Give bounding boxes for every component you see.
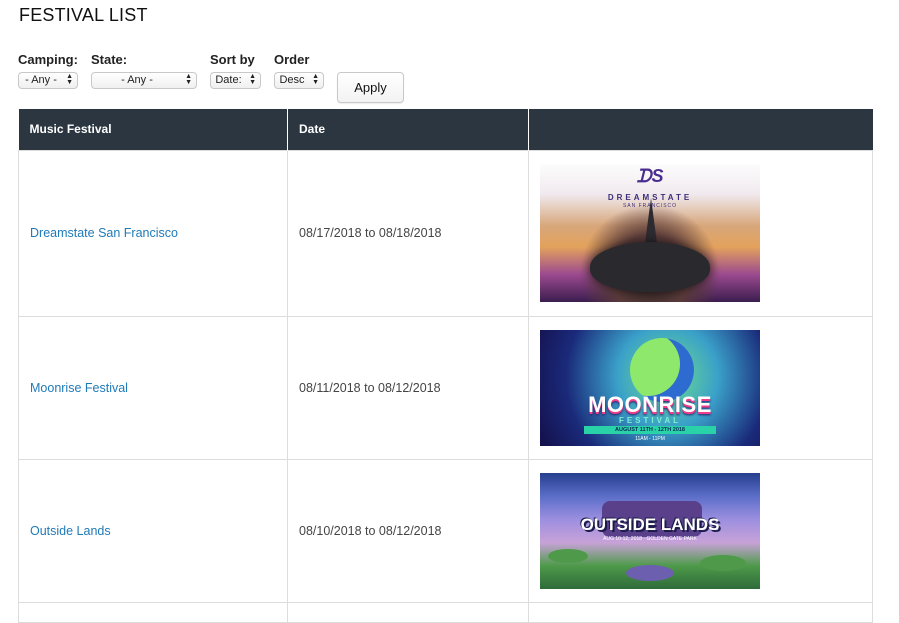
festival-date-cell: 08/17/2018 to 08/18/2018 <box>287 149 529 317</box>
select-arrows-icon: ▲ ▼ <box>66 73 73 86</box>
poster-city <box>590 242 710 292</box>
order-filter: Order <box>274 52 309 67</box>
festival-link[interactable]: Moonrise Festival <box>30 381 128 395</box>
dreamstate-poster-image[interactable]: ᗪS DREAMSTATE SAN FRANCISCO <box>540 164 760 302</box>
festival-image-cell: OUTSIDE LANDS AUG 10-12, 2018 · GOLDEN G… <box>528 458 873 603</box>
column-header-festival[interactable]: Music Festival <box>18 109 288 150</box>
poster-island <box>700 554 746 571</box>
festival-name-cell: Dreamstate San Francisco <box>18 149 288 317</box>
festival-date-cell: 08/11/2018 to 08/12/2018 <box>287 315 529 460</box>
page-title: FESTIVAL LIST <box>19 5 148 25</box>
sort-by-select-value: Date: <box>215 74 242 86</box>
poster-title-text: OUTSIDE LANDS <box>580 514 720 534</box>
poster-sub-text: SAN FRANCISCO <box>622 203 678 209</box>
select-arrows-icon: ▲ ▼ <box>312 73 319 86</box>
camping-select[interactable]: - Any - ▲ ▼ <box>18 72 78 89</box>
order-select[interactable]: Desc ▲ ▼ <box>274 72 324 89</box>
festival-link[interactable]: Outside Lands <box>30 524 111 538</box>
column-header-image <box>528 109 873 150</box>
state-select[interactable]: - Any - ▲ ▼ <box>91 72 197 89</box>
select-arrows-icon: ▲ ▼ <box>185 73 192 86</box>
festival-image-cell <box>528 601 873 623</box>
poster-sub-text: FESTIVAL <box>618 415 682 425</box>
select-arrows-icon: ▲ ▼ <box>249 73 256 86</box>
state-label: State: <box>91 52 128 67</box>
poster-time-text: 11AM - 11PM <box>635 435 665 442</box>
order-select-value: Desc <box>279 74 305 86</box>
poster-island <box>548 548 588 563</box>
table-header-row: Music Festival Date <box>18 109 873 150</box>
camping-filter: Camping: <box>18 52 78 67</box>
table-row <box>18 601 873 623</box>
poster-sub-text: AUG 10-12, 2018 · GOLDEN GATE PARK <box>603 535 697 542</box>
sort-by-filter: Sort by <box>210 52 255 67</box>
festival-name-cell: Outside Lands <box>18 458 288 603</box>
sort-by-label: Sort by <box>210 52 255 67</box>
festival-name-cell: Moonrise Festival <box>18 315 288 460</box>
outside-lands-poster-image[interactable]: OUTSIDE LANDS AUG 10-12, 2018 · GOLDEN G… <box>540 472 760 589</box>
apply-button[interactable]: Apply <box>337 72 404 103</box>
poster-dates-text: AUGUST 11TH - 12TH 2018 <box>584 425 716 434</box>
festival-date-cell: 08/10/2018 to 08/12/2018 <box>287 458 529 603</box>
festival-link[interactable]: Dreamstate San Francisco <box>30 226 178 240</box>
dreamstate-logo-icon: ᗪS <box>636 166 664 186</box>
state-filter: State: <box>91 52 127 67</box>
poster-brand-text: DREAMSTATE <box>607 193 693 202</box>
table-row: Outside Lands 08/10/2018 to 08/12/2018 O… <box>18 458 873 603</box>
festival-table: Music Festival Date Dreamstate San Franc… <box>18 109 873 623</box>
order-label: Order <box>274 52 310 67</box>
festival-date-cell <box>287 601 529 623</box>
column-header-date[interactable]: Date <box>287 109 529 150</box>
festival-image-cell: MOONRISE FESTIVAL AUGUST 11TH - 12TH 201… <box>528 315 873 460</box>
state-select-value: - Any - <box>121 74 153 86</box>
camping-select-value: - Any - <box>25 74 57 86</box>
camping-label: Camping: <box>18 52 78 67</box>
moonrise-poster-image[interactable]: MOONRISE FESTIVAL AUGUST 11TH - 12TH 201… <box>540 329 760 446</box>
poster-title-text: MOONRISE <box>588 391 712 417</box>
sort-by-select[interactable]: Date: ▲ ▼ <box>210 72 261 89</box>
table-row: Moonrise Festival 08/11/2018 to 08/12/20… <box>18 315 873 460</box>
table-row: Dreamstate San Francisco 08/17/2018 to 0… <box>18 149 873 317</box>
festival-name-cell <box>18 601 288 623</box>
festival-image-cell: ᗪS DREAMSTATE SAN FRANCISCO <box>528 149 873 317</box>
poster-island <box>626 564 674 581</box>
